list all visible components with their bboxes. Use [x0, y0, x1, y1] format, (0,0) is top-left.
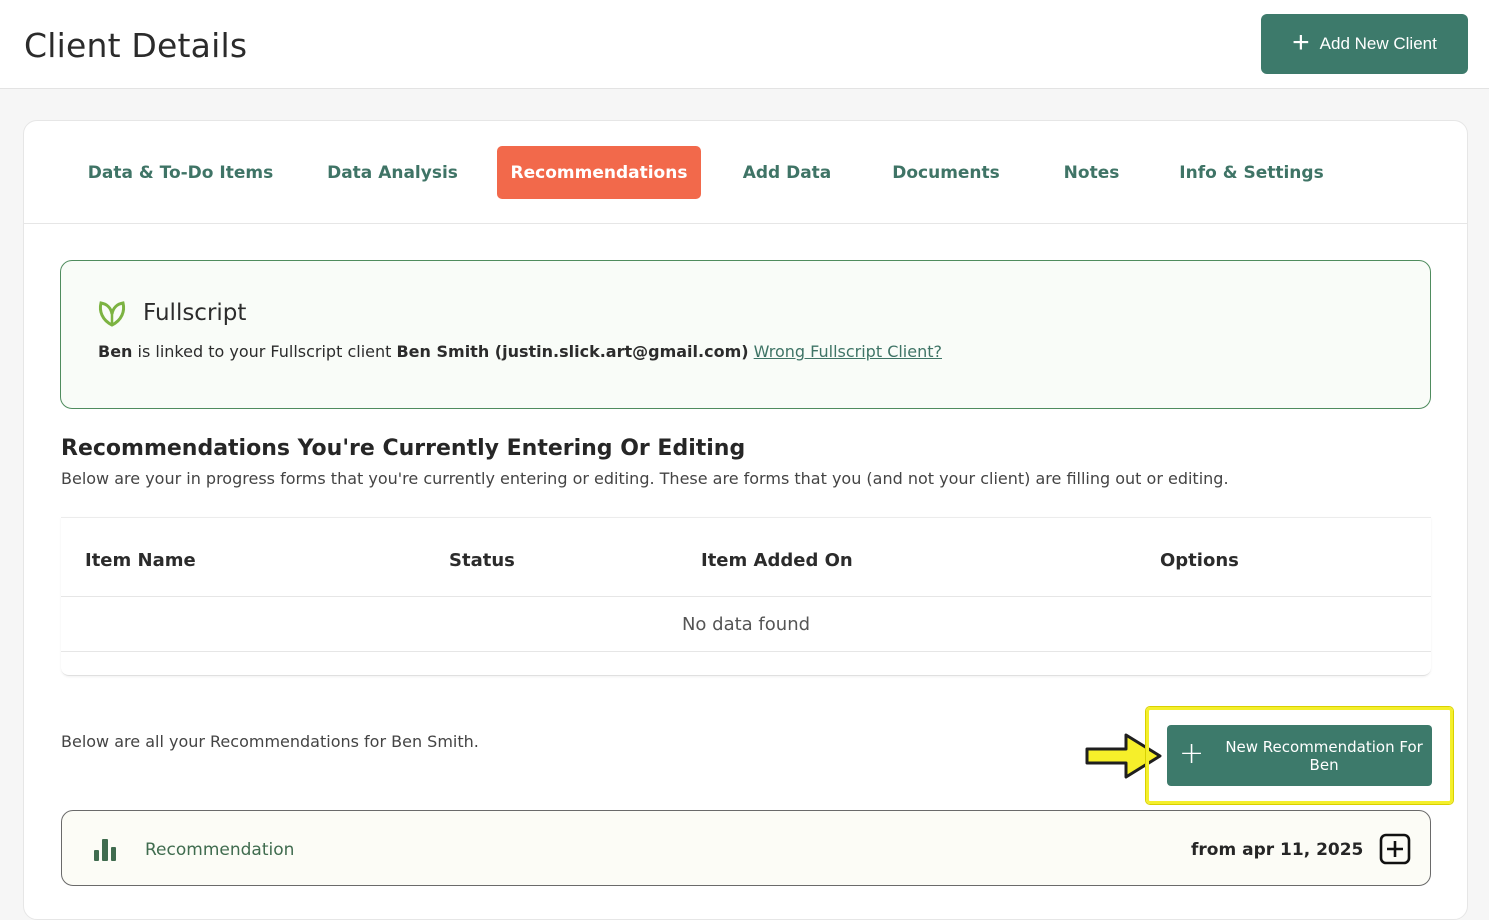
tab-documents[interactable]: Documents: [876, 146, 1016, 199]
column-item-added-on: Item Added On: [701, 550, 853, 571]
tab-data-analysis[interactable]: Data Analysis: [314, 146, 471, 199]
column-status: Status: [449, 550, 515, 571]
recommendations-intro: Below are all your Recommendations for B…: [61, 732, 479, 751]
recommendation-label: Recommendation: [145, 840, 295, 860]
tab-info-settings[interactable]: Info & Settings: [1164, 146, 1339, 199]
add-new-client-button[interactable]: + Add New Client: [1261, 14, 1468, 74]
plus-icon: +: [1179, 736, 1205, 771]
client-first-name: Ben: [98, 342, 133, 361]
table-header: Item Name Status Item Added On Options: [61, 528, 1431, 597]
column-options: Options: [1160, 550, 1239, 571]
fullscript-name: Fullscript: [143, 300, 247, 326]
fullscript-leaf-icon: [98, 301, 126, 327]
new-recommendation-label: New Recommendation For Ben: [1225, 737, 1423, 774]
linked-text: is linked to your Fullscript client: [132, 342, 397, 361]
fullscript-link-status: Ben is linked to your Fullscript client …: [98, 342, 942, 361]
in-progress-title: Recommendations You're Currently Enterin…: [61, 436, 746, 461]
fullscript-client-name: Ben Smith (justin.slick.art@gmail.com): [396, 342, 749, 361]
expand-plus-icon[interactable]: [1379, 833, 1411, 865]
client-card: Data & To-Do Items Data Analysis Recomme…: [23, 120, 1468, 920]
column-item-name: Item Name: [85, 550, 196, 571]
in-progress-description: Below are your in progress forms that yo…: [61, 469, 1229, 488]
wrong-fullscript-client-link[interactable]: Wrong Fullscript Client?: [754, 342, 942, 361]
new-recommendation-button[interactable]: + New Recommendation For Ben: [1167, 725, 1432, 786]
tab-notes[interactable]: Notes: [1044, 146, 1139, 199]
recommendation-date: from apr 11, 2025: [1191, 840, 1364, 860]
tab-data-todo[interactable]: Data & To-Do Items: [74, 146, 287, 199]
page-title: Client Details: [24, 26, 248, 65]
plus-icon: +: [1292, 25, 1310, 59]
tab-bar: Data & To-Do Items Data Analysis Recomme…: [24, 121, 1467, 224]
recommendation-item[interactable]: Recommendation from apr 11, 2025: [61, 810, 1431, 886]
bar-chart-icon: [94, 839, 116, 861]
empty-state: No data found: [61, 597, 1431, 652]
top-bar: Client Details + Add New Client: [0, 0, 1489, 89]
tab-add-data[interactable]: Add Data: [727, 146, 847, 199]
in-progress-table: Item Name Status Item Added On Options N…: [61, 517, 1431, 676]
fullscript-panel: Fullscript Ben is linked to your Fullscr…: [60, 260, 1431, 409]
add-new-client-label: Add New Client: [1319, 34, 1437, 53]
tab-recommendations[interactable]: Recommendations: [497, 146, 701, 199]
